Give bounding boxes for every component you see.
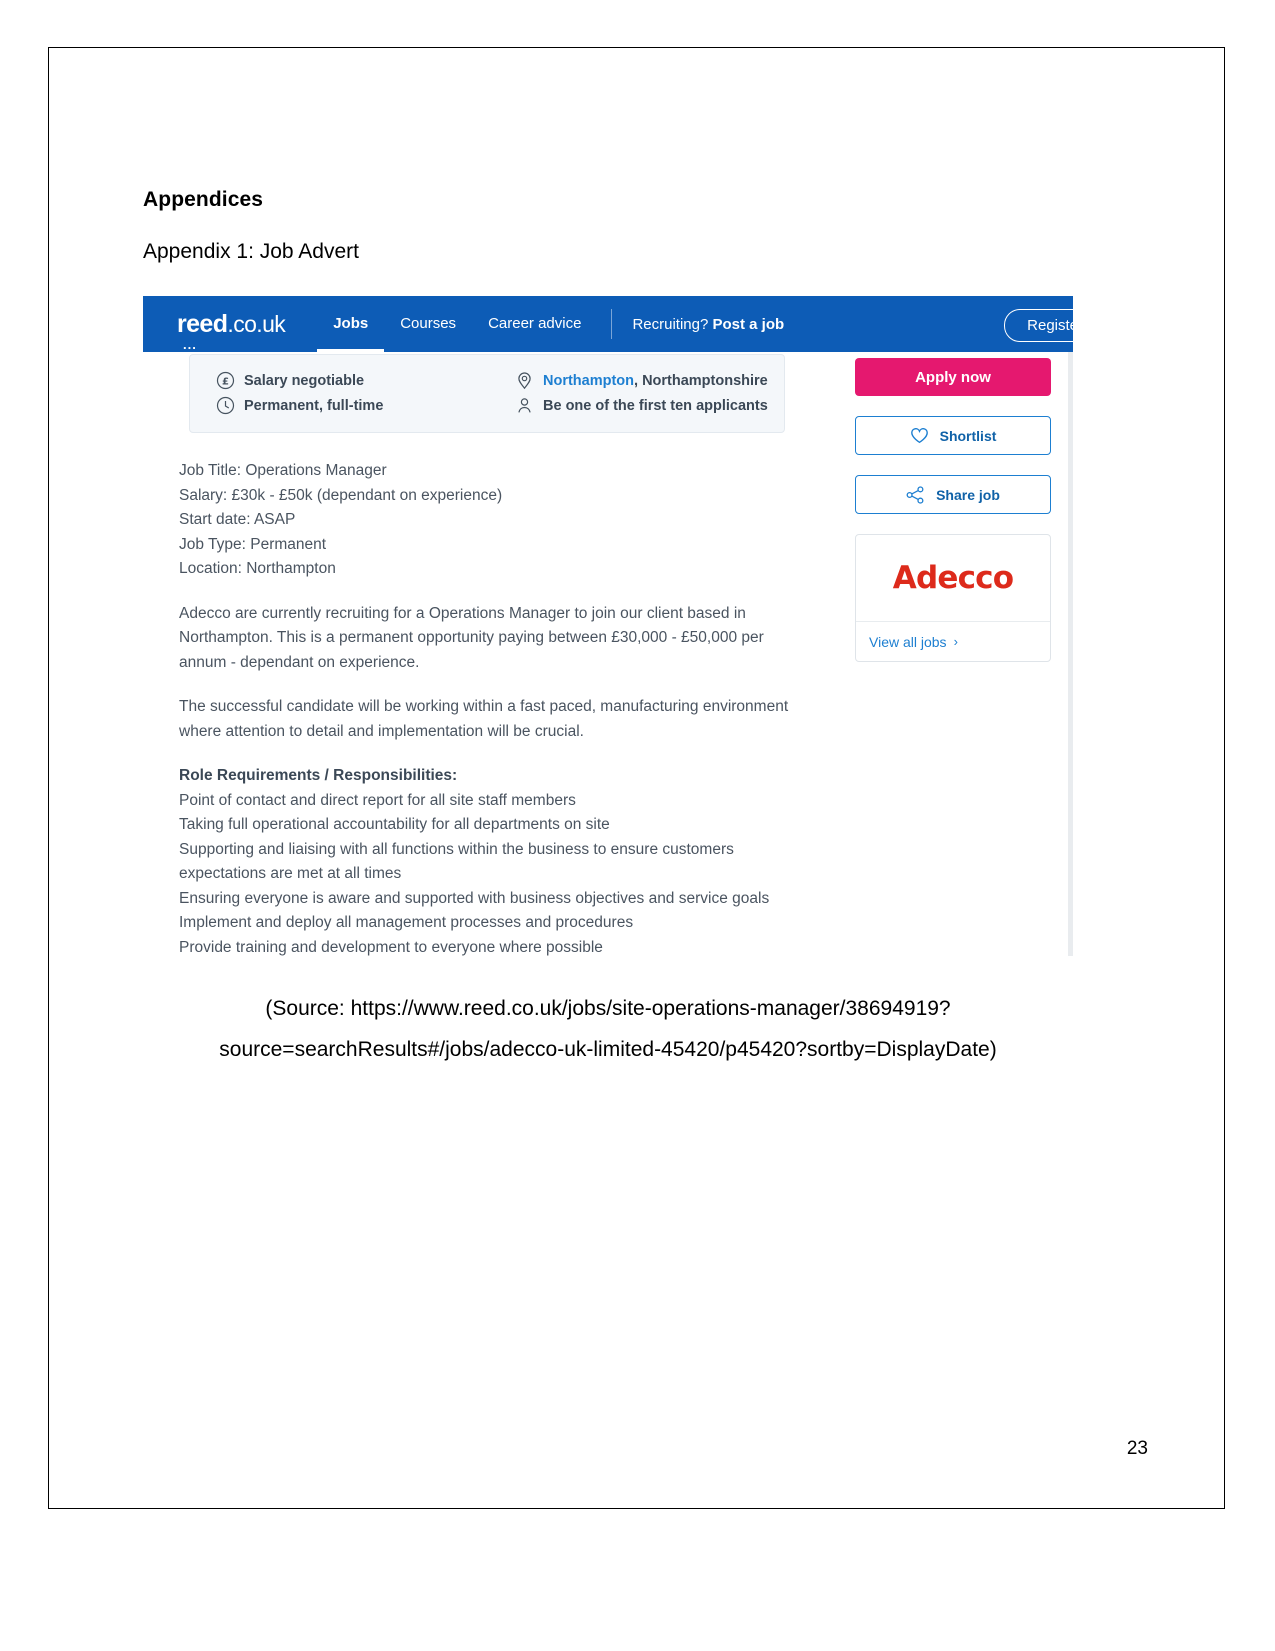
- job-summary-card: £ Salary negotiable Permanent, full-time: [189, 354, 785, 433]
- job-requirement-item: Taking full operational accountability f…: [179, 816, 610, 833]
- page-title: Appendices: [143, 188, 264, 211]
- job-detail-line: Start date: ASAP: [179, 511, 296, 528]
- source-caption-line-2: source=searchResults#/jobs/adecco-uk-lim…: [219, 1038, 997, 1061]
- reed-navigation-bar: reed .co.uk ... Jobs Courses Career advic…: [143, 296, 1073, 352]
- job-requirement-item: Implement and deploy all management proc…: [179, 914, 634, 931]
- clock-icon: [216, 396, 235, 415]
- job-paragraph-candidate: The successful candidate will be working…: [179, 698, 789, 740]
- summary-column-right: Northampton, Northamptonshire Be one of …: [489, 368, 784, 418]
- summary-salary-label: Salary negotiable: [244, 372, 365, 389]
- job-paragraph-intro: Adecco are currently recruiting for a Op…: [179, 604, 764, 671]
- reed-logo-dots: ...: [183, 336, 197, 352]
- summary-column-left: £ Salary negotiable Permanent, full-time: [190, 368, 485, 418]
- job-requirements-block: Role Requirements / Responsibilities: Po…: [179, 764, 809, 956]
- pound-circle-icon: £: [216, 371, 235, 390]
- svg-text:£: £: [222, 377, 229, 388]
- apply-now-button[interactable]: Apply now: [855, 358, 1051, 396]
- company-logo: Adecco: [856, 535, 1050, 622]
- job-requirements-heading: Role Requirements / Responsibilities:: [179, 767, 458, 784]
- summary-location-row: Northampton, Northamptonshire: [489, 368, 784, 393]
- page-number: 23: [1126, 1438, 1148, 1459]
- job-action-rail: Apply now Shortlist Share job Adecco Vie…: [855, 352, 1053, 662]
- post-a-job-label: Post a job: [712, 315, 785, 333]
- company-card: Adecco View all jobs ›: [855, 534, 1051, 662]
- source-caption: (Source: https://www.reed.co.uk/jobs/sit…: [143, 988, 1073, 1070]
- heart-icon: [910, 427, 929, 444]
- job-requirement-item: Supporting and liaising with all functio…: [179, 840, 734, 883]
- job-detail-line: Location: Northampton: [179, 560, 336, 577]
- job-requirement-item: Provide training and development to ever…: [179, 938, 603, 956]
- chevron-right-icon: ›: [953, 634, 958, 649]
- share-icon: [906, 485, 925, 504]
- reed-logo[interactable]: reed .co.uk ...: [177, 309, 286, 351]
- job-detail-line: Job Type: Permanent: [179, 535, 327, 553]
- person-icon: [515, 396, 534, 415]
- summary-contract-row: Permanent, full-time: [190, 393, 485, 418]
- reed-logo-tail: .co.uk: [227, 310, 286, 337]
- job-requirement-item: Point of contact and direct report for a…: [179, 791, 576, 809]
- nav-links: Jobs Courses Career advice Recruiting? P…: [317, 296, 794, 352]
- summary-contract-label: Permanent, full-time: [244, 397, 384, 414]
- view-all-jobs-link[interactable]: View all jobs ›: [856, 622, 1050, 661]
- document-page: Appendices Appendix 1: Job Advert reed .c…: [48, 47, 1225, 1509]
- source-caption-line-1: (Source: https://www.reed.co.uk/jobs/sit…: [265, 997, 951, 1020]
- share-job-label: Share job: [936, 486, 1000, 503]
- job-detail-lines: Job Title: Operations Manager Salary: £3…: [179, 459, 809, 582]
- shortlist-button[interactable]: Shortlist: [855, 416, 1051, 455]
- reed-logo-lead: reed: [177, 309, 228, 338]
- screenshot-right-gutter: [1068, 352, 1073, 956]
- job-main-column: £ Salary negotiable Permanent, full-time: [143, 352, 815, 956]
- summary-salary-row: £ Salary negotiable: [190, 368, 485, 393]
- nav-item-career-advice[interactable]: Career advice: [472, 296, 597, 352]
- shortlist-label: Shortlist: [939, 427, 997, 444]
- view-all-jobs-label: View all jobs: [869, 633, 947, 650]
- page-content: Appendices Appendix 1: Job Advert reed .c…: [143, 188, 1073, 1070]
- job-detail-line: Job Title: Operations Manager: [179, 462, 387, 479]
- recruiting-prefix: Recruiting?: [632, 315, 713, 333]
- nav-item-courses[interactable]: Courses: [384, 296, 472, 352]
- summary-applicants-label: Be one of the first ten applicants: [543, 397, 768, 414]
- nav-divider: [611, 309, 613, 339]
- job-advert-body: £ Salary negotiable Permanent, full-time: [143, 352, 1073, 956]
- nav-item-post-a-job[interactable]: Recruiting? Post a job: [622, 316, 794, 333]
- nav-item-jobs[interactable]: Jobs: [317, 296, 384, 352]
- summary-location-rest: , Northamptonshire: [634, 372, 768, 389]
- adecco-wordmark: Adecco: [892, 560, 1014, 596]
- share-job-button[interactable]: Share job: [855, 475, 1051, 514]
- job-description: Job Title: Operations Manager Salary: £3…: [179, 459, 809, 956]
- job-detail-line: Salary: £30k - £50k (dependant on experi…: [179, 486, 503, 504]
- summary-location-link[interactable]: Northampton: [543, 373, 634, 389]
- job-requirement-item: Ensuring everyone is aware and supported…: [179, 889, 770, 907]
- summary-applicants-row: Be one of the first ten applicants: [489, 393, 784, 418]
- location-pin-icon: [515, 371, 534, 390]
- register-button[interactable]: Register: [1004, 309, 1073, 342]
- job-advert-screenshot: reed .co.uk ... Jobs Courses Career advic…: [143, 296, 1073, 956]
- appendix-subtitle: Appendix 1: Job Advert: [143, 240, 359, 263]
